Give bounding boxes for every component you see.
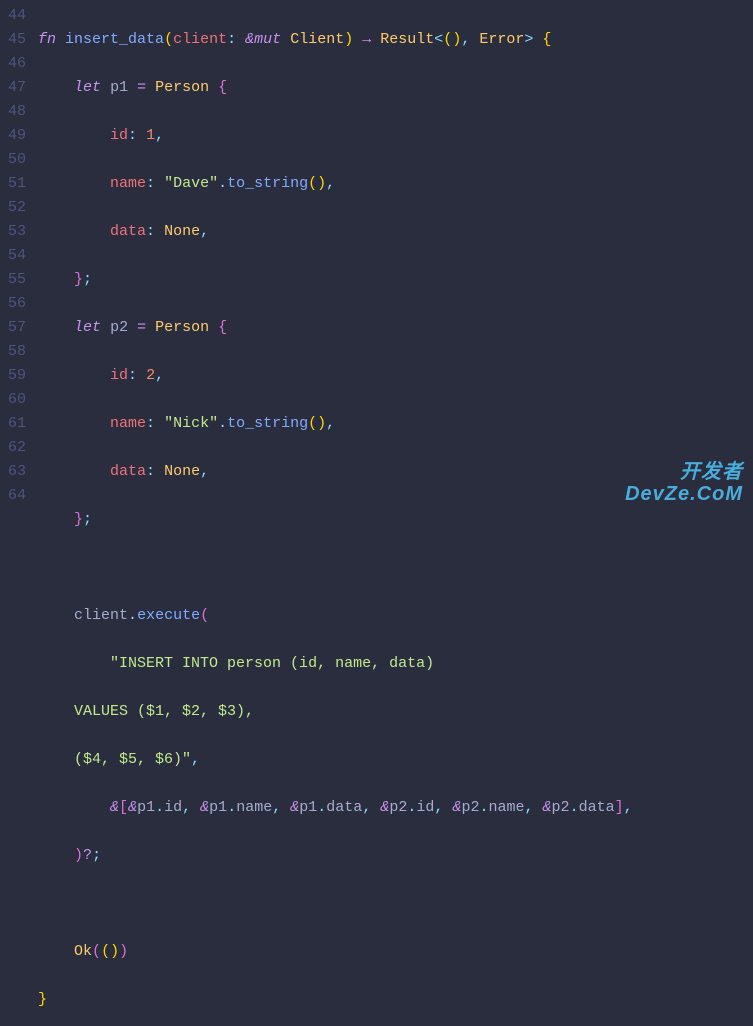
watermark-line1: 开发者 xyxy=(625,461,743,483)
code-line[interactable]: Ok(()) xyxy=(38,940,753,964)
code-line[interactable]: client.execute( xyxy=(38,604,753,628)
line-number: 59 xyxy=(8,364,26,388)
code-line[interactable]: name: "Dave".to_string(), xyxy=(38,172,753,196)
line-number: 47 xyxy=(8,76,26,100)
line-number: 57 xyxy=(8,316,26,340)
code-line[interactable]: id: 2, xyxy=(38,364,753,388)
line-number: 52 xyxy=(8,196,26,220)
line-number: 50 xyxy=(8,148,26,172)
code-line[interactable]: let p2 = Person { xyxy=(38,316,753,340)
line-number: 62 xyxy=(8,436,26,460)
code-line[interactable]: "INSERT INTO person (id, name, data) xyxy=(38,652,753,676)
code-line[interactable]: VALUES ($1, $2, $3), xyxy=(38,700,753,724)
line-number: 48 xyxy=(8,100,26,124)
code-line[interactable]: id: 1, xyxy=(38,124,753,148)
watermark: 开发者 DevZe.CoM xyxy=(625,461,743,505)
code-line[interactable] xyxy=(38,556,753,580)
watermark-line2: DevZe.CoM xyxy=(625,483,743,505)
code-line[interactable]: ($4, $5, $6)", xyxy=(38,748,753,772)
line-number: 56 xyxy=(8,292,26,316)
code-line[interactable]: name: "Nick".to_string(), xyxy=(38,412,753,436)
code-line[interactable]: data: None, xyxy=(38,220,753,244)
code-line[interactable]: } xyxy=(38,988,753,1012)
line-number: 45 xyxy=(8,28,26,52)
line-number-gutter: 44 45 46 47 48 49 50 51 52 53 54 55 56 5… xyxy=(0,0,38,513)
code-line[interactable]: )?; xyxy=(38,844,753,868)
line-number: 61 xyxy=(8,412,26,436)
line-number: 46 xyxy=(8,52,26,76)
line-number: 44 xyxy=(8,4,26,28)
line-number: 49 xyxy=(8,124,26,148)
code-line[interactable] xyxy=(38,892,753,916)
code-area[interactable]: fn insert_data(client: &mut Client) → Re… xyxy=(38,0,753,513)
line-number: 55 xyxy=(8,268,26,292)
code-editor: 44 45 46 47 48 49 50 51 52 53 54 55 56 5… xyxy=(0,0,753,513)
line-number: 51 xyxy=(8,172,26,196)
code-line[interactable]: }; xyxy=(38,508,753,532)
code-line[interactable]: &[&p1.id, &p1.name, &p1.data, &p2.id, &p… xyxy=(38,796,753,820)
line-number: 58 xyxy=(8,340,26,364)
line-number: 53 xyxy=(8,220,26,244)
line-number: 60 xyxy=(8,388,26,412)
line-number: 63 xyxy=(8,460,26,484)
line-number: 64 xyxy=(8,484,26,508)
code-line[interactable]: fn insert_data(client: &mut Client) → Re… xyxy=(38,28,753,52)
line-number: 54 xyxy=(8,244,26,268)
code-line[interactable]: }; xyxy=(38,268,753,292)
code-line[interactable]: let p1 = Person { xyxy=(38,76,753,100)
